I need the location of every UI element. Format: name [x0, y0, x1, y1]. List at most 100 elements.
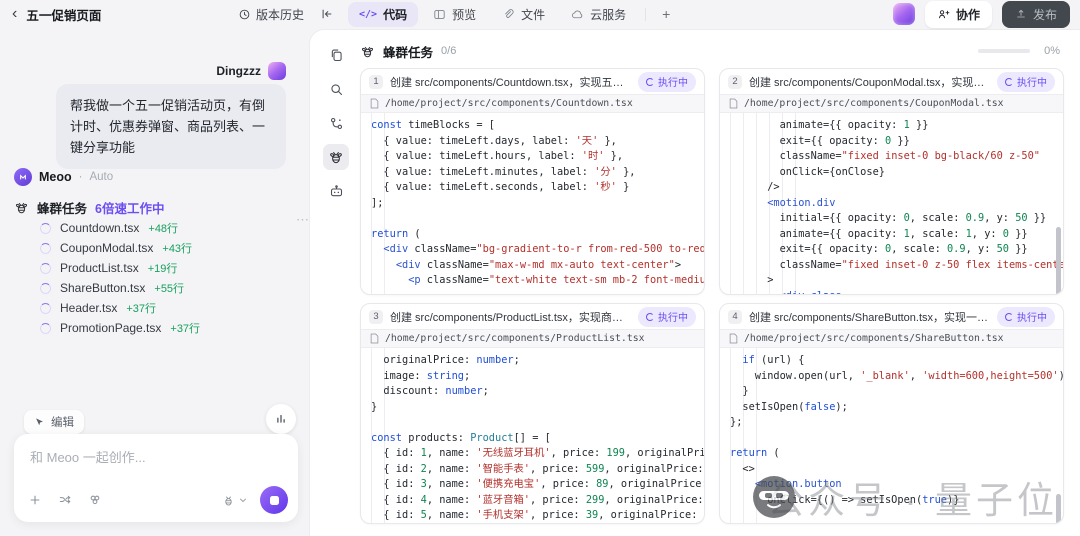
task-card: 1创建 src/components/Countdown.tsx，实现五一促销倒… [360, 68, 705, 295]
card-title: 创建 src/components/CouponModal.tsx，实现优惠券弹… [749, 74, 990, 90]
card-header: 3 创建 src/components/ProductList.tsx，实现商品列… [361, 304, 704, 329]
paperclip-icon [502, 8, 515, 21]
skills-icon[interactable] [88, 493, 102, 507]
stop-generation-button[interactable] [260, 486, 288, 514]
code-block[interactable]: if (url) { window.open(url, '_blank', 'w… [720, 348, 1063, 523]
file-path: /home/project/src/components/ShareButton… [720, 329, 1063, 348]
topbar-tabs: </> 代码 预览 文件 云服务 + [348, 0, 678, 28]
task-file-name: ShareButton.tsx [60, 281, 145, 295]
task-item[interactable]: ProductList.tsx+19行 [40, 258, 300, 278]
task-item[interactable]: CouponModal.tsx+43行 [40, 238, 300, 258]
task-spinner-icon [40, 323, 51, 334]
chevron-down-icon [238, 495, 248, 505]
speed-status: 6倍速工作中 [95, 198, 164, 217]
card-index: 2 [728, 75, 742, 89]
cloud-icon [571, 8, 584, 21]
code-block[interactable]: originalPrice: number; image: string; di… [361, 348, 704, 523]
tab-code[interactable]: </> 代码 [348, 2, 418, 27]
task-file-name: Header.tsx [60, 301, 117, 315]
user-name-row: Dingzzz [216, 62, 286, 80]
file-icon [370, 98, 379, 109]
workflow-icon[interactable] [323, 110, 349, 136]
progress-percent: 0% [1044, 45, 1060, 57]
swarm-task-group[interactable]: 蜂群任务 6倍速工作中 [14, 198, 164, 217]
search-icon[interactable] [323, 76, 349, 102]
pages-copy-icon[interactable] [323, 42, 349, 68]
stop-icon [270, 496, 279, 505]
task-item[interactable]: ShareButton.tsx +55行 [40, 278, 300, 298]
code-block[interactable]: const timeBlocks = [ { value: timeLeft.d… [361, 113, 704, 294]
swarm-header: 蜂群任务 0/6 0% [360, 41, 1060, 61]
progress-count: 0/6 [441, 45, 456, 57]
more-options-icon[interactable]: ⋯ [296, 212, 310, 228]
card-header: 1创建 src/components/Countdown.tsx，实现五一促销倒… [361, 69, 704, 94]
task-file-name: Countdown.tsx [60, 221, 139, 235]
composer [14, 434, 298, 522]
file-path: /home/project/src/components/CouponModal… [720, 94, 1063, 113]
swarm-title: 蜂群任务 [383, 42, 433, 61]
page-title: 五一促销页面 [26, 5, 101, 24]
edit-mode-chip[interactable]: 编辑 [24, 410, 84, 434]
card-index: 1 [369, 75, 383, 89]
topbar: ‹ 五一促销页面 版本历史 </> 代码 预览 文件 云服务 + 协作 [0, 0, 1080, 28]
card-title: 创建 src/components/ShareButton.tsx，实现一键分享… [749, 309, 990, 325]
artifact-preview-button[interactable] [266, 404, 296, 434]
status-badge: 执行中 [638, 72, 696, 92]
user-avatar[interactable] [893, 3, 915, 25]
task-item[interactable]: PromotionPage.tsx +37行 [40, 318, 300, 338]
task-group-title: 蜂群任务 [37, 198, 87, 217]
assistant-mode: Auto [89, 171, 113, 183]
task-added-lines: +55行 [154, 280, 184, 296]
tab-preview[interactable]: 预览 [422, 2, 487, 27]
person-add-icon [937, 8, 950, 21]
task-item[interactable]: Header.tsx +37行 [40, 298, 300, 318]
task-added-lines: +37行 [170, 320, 200, 336]
main-panel: 蜂群任务 0/6 0% 1创建 src/components/Countdown… [310, 30, 1080, 536]
publish-button[interactable]: 发布 [1002, 1, 1070, 28]
composer-input[interactable] [14, 434, 298, 478]
swarm-tasks-icon[interactable] [323, 144, 349, 170]
task-cards-grid: 1创建 src/components/Countdown.tsx，实现五一促销倒… [360, 68, 1064, 524]
progress-bar [978, 49, 1030, 53]
collaborate-button[interactable]: 协作 [925, 1, 992, 28]
mode-selector[interactable] [222, 494, 248, 507]
file-icon [729, 333, 738, 344]
card-index: 4 [728, 310, 742, 324]
card-title: 创建 src/components/ProductList.tsx，实现商品列表… [390, 309, 631, 325]
version-history-button[interactable]: 版本历史 [238, 0, 304, 28]
avatar [268, 62, 286, 80]
back-icon[interactable]: ‹ [12, 6, 17, 22]
task-card: 3 创建 src/components/ProductList.tsx，实现商品列… [360, 303, 705, 524]
task-card: 2 创建 src/components/CouponModal.tsx，实现优惠券… [719, 68, 1064, 295]
card-index: 3 [369, 310, 383, 324]
cursor-icon [34, 417, 45, 428]
task-card: 4 创建 src/components/ShareButton.tsx，实现一键分… [719, 303, 1064, 524]
scrollbar[interactable] [1056, 494, 1061, 523]
task-added-lines: +48行 [148, 220, 178, 236]
task-list: Countdown.tsx+48行CouponModal.tsx+43行Prod… [40, 218, 300, 338]
status-badge: 执行中 [997, 307, 1055, 327]
shuffle-icon[interactable] [58, 493, 72, 507]
add-tab-button[interactable]: + [654, 6, 678, 22]
code-block[interactable]: animate={{ opacity: 1 }} exit={{ opacity… [720, 113, 1063, 294]
bee-icon [360, 44, 375, 59]
history-clock-icon [238, 8, 251, 21]
task-spinner-icon [40, 263, 51, 274]
tab-files[interactable]: 文件 [491, 2, 556, 27]
executing-spinner-icon [646, 313, 654, 321]
assistant-row: Meoo · Auto [14, 168, 113, 186]
task-spinner-icon [40, 243, 51, 254]
task-item[interactable]: Countdown.tsx +48行 [40, 218, 300, 238]
task-added-lines: +37行 [126, 300, 156, 316]
user-name: Dingzzz [216, 64, 261, 78]
file-path: /home/project/src/components/ProductList… [361, 329, 704, 348]
tab-cloud-services[interactable]: 云服务 [560, 2, 637, 27]
scrollbar[interactable] [1056, 227, 1061, 294]
task-file-name: ProductList.tsx [60, 261, 139, 275]
task-file-name: PromotionPage.tsx [60, 321, 161, 335]
file-icon [729, 98, 738, 109]
collapse-panel-icon[interactable] [320, 0, 334, 28]
robot-icon[interactable] [323, 178, 349, 204]
attach-plus-icon[interactable] [28, 493, 42, 507]
card-header: 4 创建 src/components/ShareButton.tsx，实现一键分… [720, 304, 1063, 329]
